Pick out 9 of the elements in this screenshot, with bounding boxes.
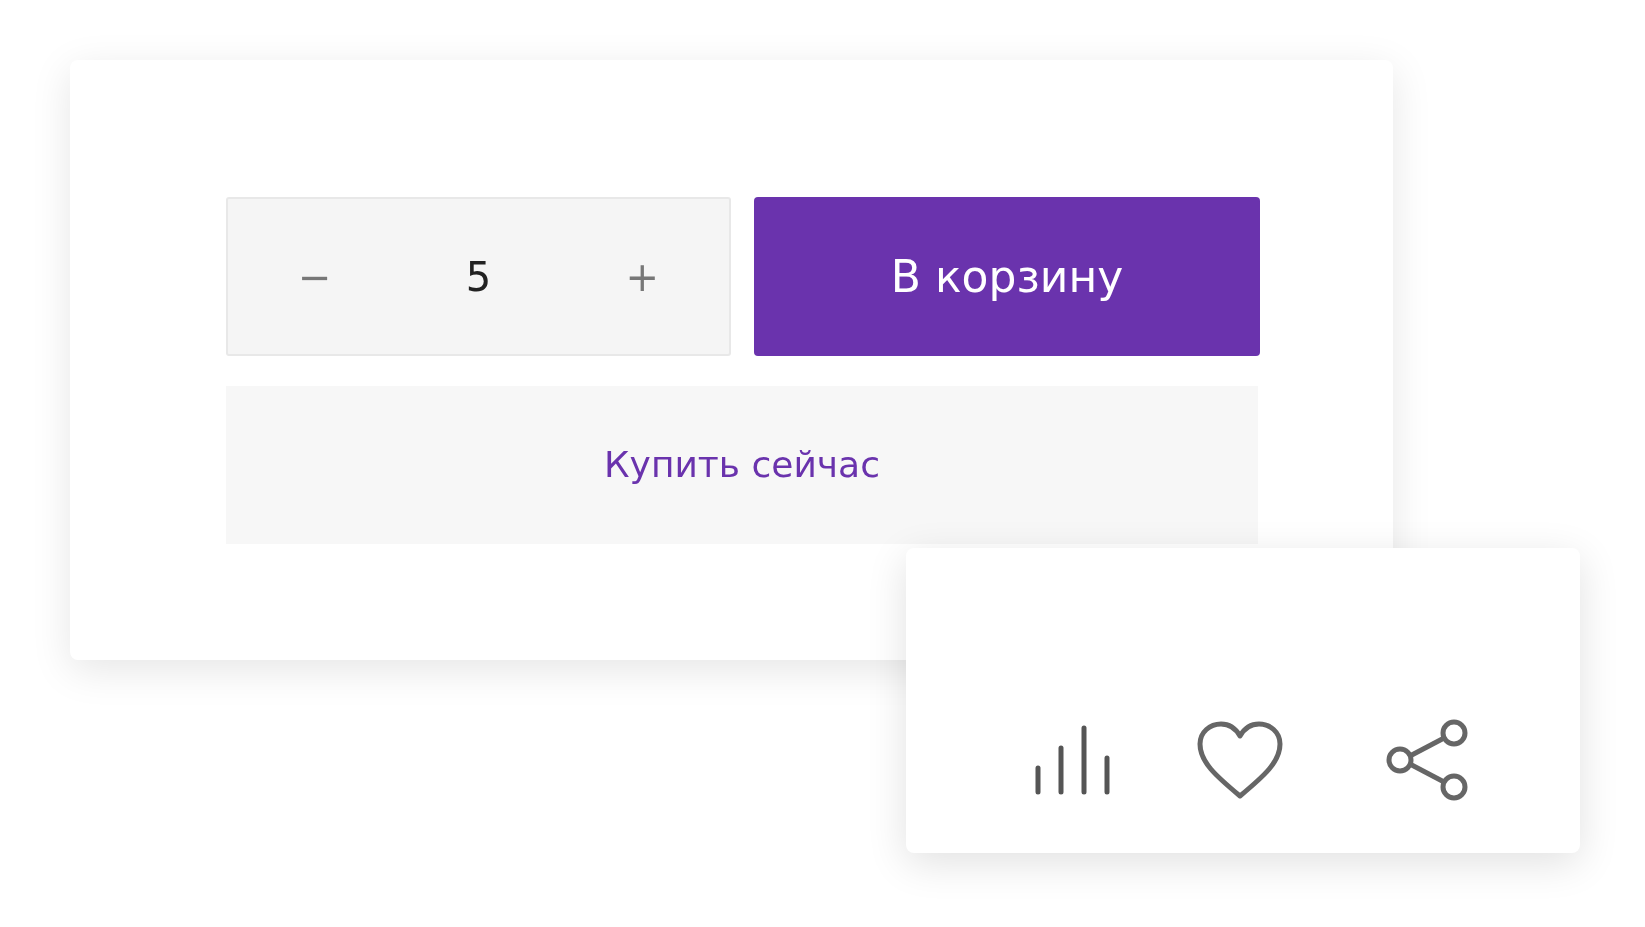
quantity-value: 5 [465,252,492,302]
bar-chart-icon [1034,723,1112,796]
add-to-cart-button[interactable]: В корзину [754,197,1260,356]
share-icon [1386,717,1470,802]
decrease-button[interactable]: − [278,256,352,297]
increase-button[interactable]: + [605,256,679,297]
quantity-stepper[interactable]: − 5 + [226,197,731,356]
buy-now-button[interactable]: Купить сейчас [226,386,1258,544]
heart-icon [1196,719,1284,800]
